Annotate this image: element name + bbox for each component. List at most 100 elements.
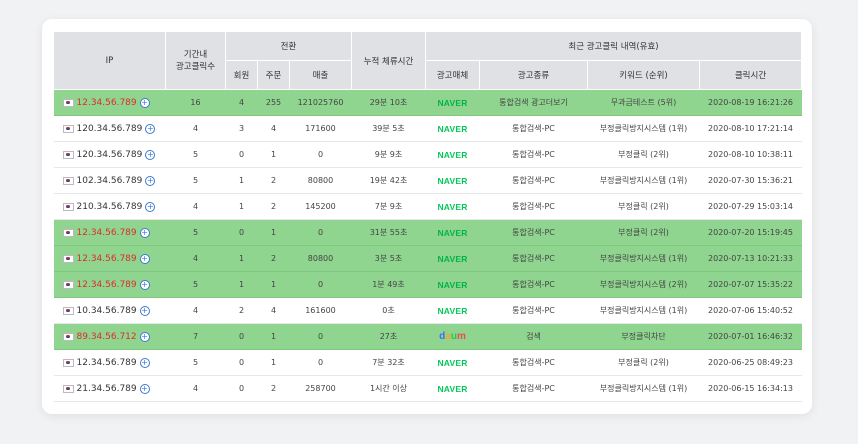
ip-address: 12.34.56.789: [76, 227, 137, 238]
media-cell: NAVER: [425, 219, 480, 246]
ad-type-cell: 통합검색-PC: [479, 219, 588, 246]
table-row: 89.34.56.712 +7 0 1 0 27초 daum 검색 부정클릭차단 2020-07-…: [53, 323, 802, 350]
click-time-cell: 2020-07-13 10:21:33: [699, 245, 802, 272]
expand-plus-icon[interactable]: +: [139, 383, 150, 394]
members-cell: 1: [225, 193, 258, 220]
media-cell: NAVER: [425, 271, 480, 298]
stay-time-cell: 7분 32초: [351, 349, 426, 376]
ip-address: 12.34.56.789: [76, 357, 137, 368]
expand-plus-icon[interactable]: +: [145, 123, 156, 134]
keyword-cell: 부정클릭방지시스템 (2위): [587, 271, 700, 298]
header-recent-clicks: 최근 광고클릭 내역(유효): [425, 31, 802, 61]
sales-cell: 0: [289, 219, 352, 246]
ip-cell: 12.34.56.789 +: [53, 219, 166, 246]
sales-cell: 0: [289, 141, 352, 168]
table-row: 102.34.56.789 +5 1 2 80800 19분 42초 NAVER 통합검색-P…: [53, 167, 802, 194]
click-time-cell: 2020-06-15 16:34:13: [699, 375, 802, 402]
expand-plus-icon[interactable]: +: [139, 279, 150, 290]
header-clicks: 기간내 광고클릭수: [165, 31, 226, 90]
expand-plus-icon[interactable]: +: [139, 227, 150, 238]
table-row: 12.34.56.789 +5 0 1 0 31분 55초 NAVER 통합검색-PC 부정클릭…: [53, 219, 802, 246]
ip-cell: 120.34.56.789 +: [53, 141, 166, 168]
ip-address: 120.34.56.789: [76, 149, 143, 160]
expand-plus-icon[interactable]: +: [139, 305, 150, 316]
expand-plus-icon[interactable]: +: [139, 357, 150, 368]
clicks-cell: 5: [165, 167, 226, 194]
keyword-cell: 부정클릭 (2위): [587, 141, 700, 168]
ip-address: 10.34.56.789: [76, 305, 137, 316]
keyword-cell: 부정클릭방지시스템 (1위): [587, 375, 700, 402]
sales-cell: 258700: [289, 375, 352, 402]
header-media: 광고매체: [425, 60, 480, 90]
ip-address: 120.34.56.789: [76, 123, 143, 134]
ip-address: 21.34.56.789: [76, 383, 137, 394]
ip-address: 12.34.56.789: [76, 253, 137, 264]
naver-logo: NAVER: [437, 227, 468, 238]
ip-cell: 12.34.56.789 +: [53, 245, 166, 272]
header-keyword: 키워드 (순위): [587, 60, 700, 90]
stay-time-cell: 31분 55초: [351, 219, 426, 246]
members-cell: 0: [225, 219, 258, 246]
media-cell: daum: [425, 323, 480, 350]
keyword-cell: 부정클릭 (2위): [587, 349, 700, 376]
sales-cell: 80800: [289, 167, 352, 194]
table-row: 12.34.56.789 +4 1 2 80800 3분 5초 NAVER 통합검색-PC 부정…: [53, 245, 802, 272]
orders-cell: 1: [257, 323, 290, 350]
stay-time-cell: 39분 5초: [351, 115, 426, 142]
media-cell: NAVER: [425, 193, 480, 220]
header-click-time: 클릭시간: [699, 60, 802, 90]
ip-address: 12.34.56.789: [76, 97, 137, 108]
ip-address: 210.34.56.789: [76, 201, 143, 212]
naver-logo: NAVER: [437, 383, 468, 394]
members-cell: 0: [225, 349, 258, 376]
expand-plus-icon[interactable]: +: [139, 331, 150, 342]
expand-plus-icon[interactable]: +: [145, 175, 156, 186]
ip-cell: 10.34.56.789 +: [53, 297, 166, 324]
header-conversion: 전환: [225, 31, 352, 61]
orders-cell: 1: [257, 141, 290, 168]
media-cell: NAVER: [425, 245, 480, 272]
ip-cell: 21.34.56.789 +: [53, 375, 166, 402]
ad-type-cell: 통합검색-PC: [479, 349, 588, 376]
expand-plus-icon[interactable]: +: [139, 253, 150, 264]
orders-cell: 2: [257, 193, 290, 220]
ip-cell: 210.34.56.789 +: [53, 193, 166, 220]
expand-plus-icon[interactable]: +: [139, 97, 150, 108]
sales-cell: 0: [289, 349, 352, 376]
clicks-cell: 16: [165, 89, 226, 116]
sales-cell: 0: [289, 271, 352, 298]
members-cell: 0: [225, 141, 258, 168]
stay-time-cell: 1분 49초: [351, 271, 426, 298]
korea-flag-icon: [62, 150, 74, 159]
ip-address: 102.34.56.789: [76, 175, 143, 186]
table-row: 120.34.56.789 +4 3 4 171600 39분 5초 NAVER 통합검색-P…: [53, 115, 802, 142]
expand-plus-icon[interactable]: +: [145, 149, 156, 160]
stay-time-cell: 29분 10초: [351, 89, 426, 116]
header-ad-type: 광고종류: [479, 60, 588, 90]
ip-cell: 120.34.56.789 +: [53, 115, 166, 142]
ad-type-cell: 통합검색-PC: [479, 245, 588, 272]
ad-type-cell: 통합검색-PC: [479, 167, 588, 194]
ip-cell: 102.34.56.789 +: [53, 167, 166, 194]
click-time-cell: 2020-07-29 15:03:14: [699, 193, 802, 220]
expand-plus-icon[interactable]: +: [145, 201, 156, 212]
clicks-cell: 4: [165, 245, 226, 272]
naver-logo: NAVER: [437, 149, 468, 160]
ip-cell: 89.34.56.712 +: [53, 323, 166, 350]
sales-cell: 145200: [289, 193, 352, 220]
members-cell: 4: [225, 89, 258, 116]
click-time-cell: 2020-07-01 16:46:32: [699, 323, 802, 350]
clicks-cell: 7: [165, 323, 226, 350]
orders-cell: 4: [257, 115, 290, 142]
members-cell: 0: [225, 323, 258, 350]
media-cell: NAVER: [425, 89, 480, 116]
korea-flag-icon: [62, 176, 74, 185]
click-time-cell: 2020-08-10 17:21:14: [699, 115, 802, 142]
clicks-cell: 5: [165, 349, 226, 376]
stay-time-cell: 27초: [351, 323, 426, 350]
clicks-cell: 5: [165, 219, 226, 246]
korea-flag-icon: [62, 124, 74, 133]
media-cell: NAVER: [425, 141, 480, 168]
ad-type-cell: 통합검색-PC: [479, 141, 588, 168]
sales-cell: 80800: [289, 245, 352, 272]
